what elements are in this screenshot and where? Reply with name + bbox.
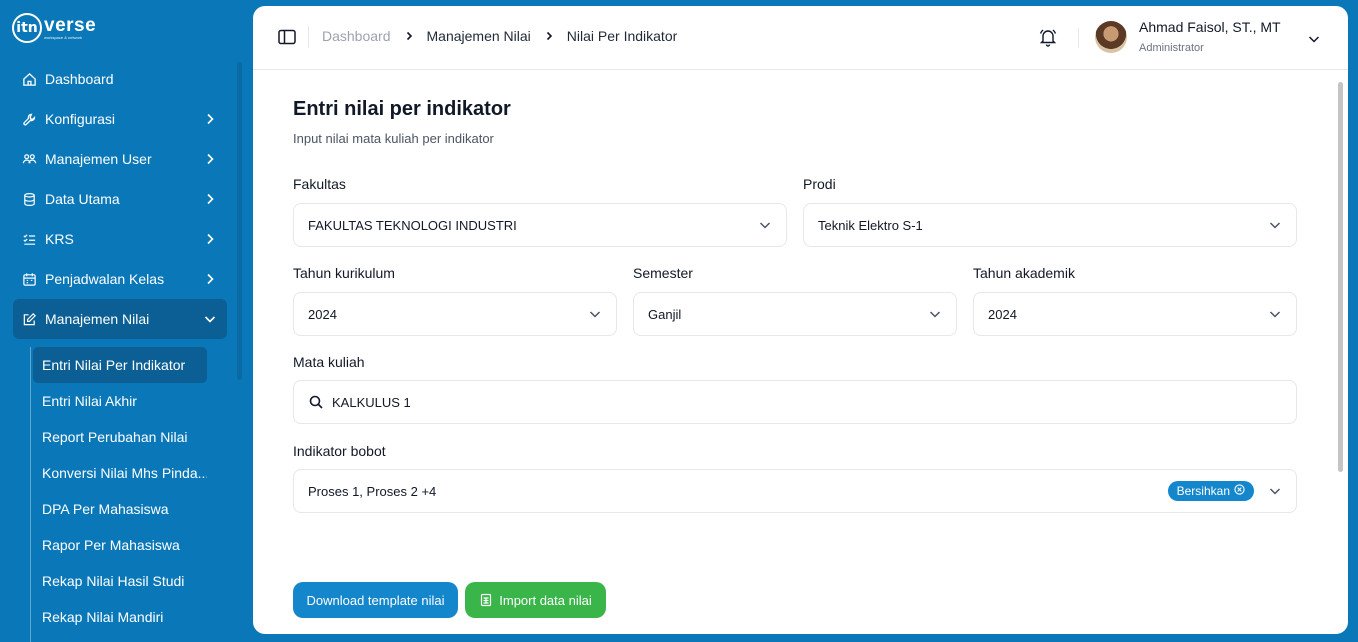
sidebar-item-label: Manajemen Nilai	[45, 311, 150, 327]
page-title: Entri nilai per indikator	[293, 98, 511, 120]
search-icon	[308, 394, 324, 410]
topbar-divider	[308, 26, 309, 48]
semester-value: Ganjil	[648, 306, 682, 322]
indikator-bobot-label: Indikator bobot	[293, 443, 386, 459]
spreadsheet-icon	[479, 593, 493, 607]
breadcrumb-manajemen-nilai[interactable]: Manajemen Nilai	[427, 28, 531, 44]
app-logo[interactable]: itn verse workspace & network	[12, 13, 96, 43]
sidebar-item-dashboard[interactable]: Dashboard	[13, 59, 227, 99]
wrench-icon	[21, 111, 37, 127]
tahun-akademik-select[interactable]: 2024	[973, 292, 1297, 336]
chevron-right-icon	[203, 152, 217, 166]
chevron-down-icon	[1268, 484, 1282, 498]
sidebar-item-label: Dashboard	[45, 71, 114, 87]
close-circle-icon	[1234, 484, 1245, 498]
import-data-button[interactable]: Import data nilai	[465, 582, 606, 618]
chevron-right-icon	[544, 31, 554, 41]
sidebar-item-label: KRS	[45, 231, 74, 247]
sidebar-item-label: Manajemen User	[45, 151, 152, 167]
tahun-akademik-value: 2024	[988, 306, 1017, 322]
tahun-kurikulum-select[interactable]: 2024	[293, 292, 617, 336]
download-template-label: Download template nilai	[306, 592, 445, 608]
sidebar-subitem-rekap-nilai-hasil-studi[interactable]: Rekap Nilai Hasil Studi	[33, 563, 207, 599]
sidebar-item-label: Penjadwalan Kelas	[45, 271, 165, 287]
prodi-value: Teknik Elektro S-1	[818, 217, 923, 233]
tahun-kurikulum-label: Tahun kurikulum	[293, 265, 395, 281]
breadcrumb-dashboard[interactable]: Dashboard	[322, 28, 391, 44]
breadcrumb-current: Nilai Per Indikator	[566, 28, 678, 44]
bell-icon[interactable]	[1038, 27, 1058, 47]
sidebar-subnav: Entri Nilai Per Indikator Entri Nilai Ak…	[33, 347, 233, 635]
topbar: Dashboard Manajemen Nilai Nilai Per Indi…	[253, 6, 1348, 70]
user-role: Administrator	[1139, 42, 1204, 54]
chevron-down-icon	[203, 312, 217, 326]
chevron-right-icon	[203, 192, 217, 206]
chevron-down-icon	[758, 218, 772, 232]
logo-text: verse	[44, 15, 97, 36]
chevron-down-icon	[1268, 218, 1282, 232]
chevron-down-icon	[928, 307, 942, 321]
mata-kuliah-value: KALKULUS 1	[332, 394, 411, 410]
semester-select[interactable]: Ganjil	[633, 292, 957, 336]
list-check-icon	[21, 231, 37, 247]
sidebar-item-penjadwalan-kelas[interactable]: Penjadwalan Kelas	[13, 259, 227, 299]
clear-chip[interactable]: Bersihkan	[1167, 481, 1254, 501]
sidebar: itn verse workspace & network Dashboard …	[0, 0, 245, 642]
sidebar-item-label: Data Utama	[45, 191, 120, 207]
sidebar-item-krs[interactable]: KRS	[13, 219, 227, 259]
database-icon	[21, 191, 37, 207]
user-name: Ahmad Faisol, ST., MT	[1139, 19, 1281, 35]
users-icon	[21, 151, 37, 167]
sidebar-item-manajemen-user[interactable]: Manajemen User	[13, 139, 227, 179]
semester-label: Semester	[633, 265, 693, 281]
fakultas-select[interactable]: FAKULTAS TEKNOLOGI INDUSTRI	[293, 203, 787, 247]
sidebar-subitem-konversi-nilai[interactable]: Konversi Nilai Mhs Pinda...	[33, 455, 207, 491]
prodi-select[interactable]: Teknik Elektro S-1	[803, 203, 1297, 247]
sidebar-item-konfigurasi[interactable]: Konfigurasi	[13, 99, 227, 139]
indikator-bobot-multiselect[interactable]: Proses 1, Proses 2 +4 Bersihkan	[293, 469, 1297, 513]
sidebar-toggle-icon[interactable]	[278, 29, 296, 45]
page-subtitle: Input nilai mata kuliah per indikator	[293, 131, 494, 146]
mata-kuliah-label: Mata kuliah	[293, 354, 365, 370]
chevron-right-icon	[203, 232, 217, 246]
sidebar-subitem-entri-nilai-per-indikator[interactable]: Entri Nilai Per Indikator	[33, 347, 207, 383]
import-data-label: Import data nilai	[499, 592, 592, 608]
main-panel: Dashboard Manajemen Nilai Nilai Per Indi…	[253, 6, 1348, 634]
mata-kuliah-search[interactable]: KALKULUS 1	[293, 380, 1297, 424]
sidebar-subitem-rekap-nilai-mandiri[interactable]: Rekap Nilai Mandiri	[33, 599, 207, 635]
logo-subtext: workspace & network	[44, 35, 83, 40]
sidebar-item-manajemen-nilai[interactable]: Manajemen Nilai	[13, 299, 227, 339]
download-template-button[interactable]: Download template nilai	[293, 582, 458, 618]
breadcrumb: Dashboard Manajemen Nilai Nilai Per Indi…	[322, 28, 677, 44]
prodi-label: Prodi	[803, 176, 836, 192]
logo-mark: itn	[12, 13, 42, 43]
sidebar-subitem-rapor-per-mahasiswa[interactable]: Rapor Per Mahasiswa	[33, 527, 207, 563]
edit-icon	[21, 311, 37, 327]
topbar-divider	[1078, 28, 1079, 48]
tahun-akademik-label: Tahun akademik	[973, 265, 1075, 281]
chevron-right-icon	[203, 112, 217, 126]
chevron-down-icon[interactable]	[1307, 32, 1321, 46]
tahun-kurikulum-value: 2024	[308, 306, 337, 322]
main-scrollbar[interactable]	[1338, 82, 1343, 472]
home-icon	[21, 71, 37, 87]
clear-chip-label: Bersihkan	[1176, 484, 1230, 498]
chevron-right-icon	[203, 272, 217, 286]
chevron-down-icon	[1268, 307, 1282, 321]
fakultas-value: FAKULTAS TEKNOLOGI INDUSTRI	[308, 217, 517, 233]
fakultas-label: Fakultas	[293, 176, 346, 192]
chevron-down-icon	[588, 307, 602, 321]
sidebar-scrollbar[interactable]	[237, 62, 242, 380]
avatar[interactable]	[1095, 21, 1127, 53]
sidebar-subitem-entri-nilai-akhir[interactable]: Entri Nilai Akhir	[33, 383, 207, 419]
subnav-divider	[30, 347, 31, 642]
sidebar-nav: Dashboard Konfigurasi Manajemen User Dat…	[13, 59, 227, 339]
calendar-icon	[21, 271, 37, 287]
sidebar-item-label: Konfigurasi	[45, 111, 116, 127]
indikator-bobot-value: Proses 1, Proses 2 +4	[308, 483, 437, 499]
sidebar-item-data-utama[interactable]: Data Utama	[13, 179, 227, 219]
sidebar-subitem-report-perubahan-nilai[interactable]: Report Perubahan Nilai	[33, 419, 207, 455]
chevron-right-icon	[404, 31, 414, 41]
sidebar-subitem-dpa-per-mahasiswa[interactable]: DPA Per Mahasiswa	[33, 491, 207, 527]
